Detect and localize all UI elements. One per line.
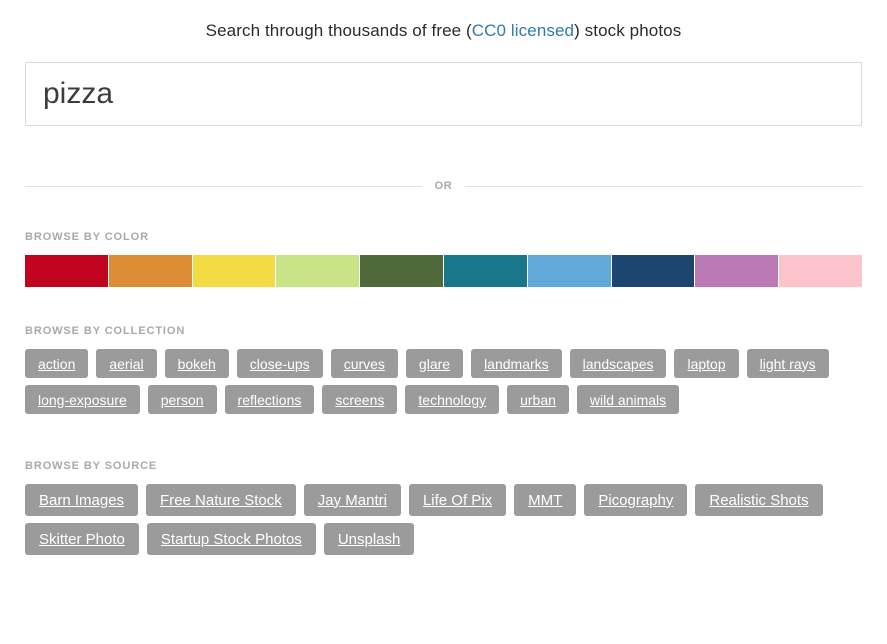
divider-line-right [465,185,863,187]
source-tag[interactable]: Startup Stock Photos [146,523,316,555]
color-swatch-orchid[interactable] [695,255,779,287]
collection-tag[interactable]: aerial [96,349,157,378]
collection-tag[interactable]: wild animals [576,385,680,414]
search-input[interactable] [25,62,862,126]
collection-tag[interactable]: long-exposure [25,385,140,414]
color-swatch-yellow[interactable] [192,255,276,287]
collection-tag[interactable]: curves [330,349,398,378]
collection-tag[interactable]: screens [322,385,398,414]
stock-photo-search-page: Search through thousands of free (CC0 li… [0,0,887,644]
color-swatch-crimson[interactable] [25,255,108,287]
source-tag[interactable]: MMT [514,484,577,516]
divider-line-left [25,185,422,187]
browse-by-collection-title: BROWSE BY COLLECTION [25,325,186,337]
color-swatch-orange[interactable] [108,255,192,287]
collection-tag[interactable]: urban [507,385,569,414]
collection-tag[interactable]: landscapes [569,349,667,378]
color-swatch-sky-blue[interactable] [527,255,611,287]
collection-tag[interactable]: landmarks [471,349,562,378]
collection-tag[interactable]: technology [405,385,500,414]
source-tag[interactable]: Life Of Pix [408,484,507,516]
source-tag[interactable]: Unsplash [323,523,415,555]
browse-by-color-title: BROWSE BY COLOR [25,231,149,243]
browse-by-collection-section: BROWSE BY COLLECTION action aerial bokeh cl… [25,325,862,414]
tagline-text-before: Search through thousands of free ( [205,21,472,40]
collection-tag[interactable]: reflections [224,385,315,414]
source-tag[interactable]: Picography [584,484,688,516]
divider-label: OR [434,180,453,192]
search-section [25,62,862,126]
browse-by-source-title: BROWSE BY SOURCE [25,460,158,472]
tagline-text-after: ) stock photos [574,21,682,40]
color-swatch-pink[interactable] [779,255,862,287]
browse-by-color-section: BROWSE BY COLOR [25,231,862,287]
collection-tag[interactable]: bokeh [164,349,229,378]
color-swatch-row [25,255,862,287]
source-tag-row: Barn Images Free Nature Stock Jay Mantri Li… [25,484,870,555]
source-tag[interactable]: Realistic Shots [695,484,823,516]
color-swatch-light-green[interactable] [276,255,360,287]
color-swatch-teal[interactable] [443,255,527,287]
collection-tag[interactable]: close-ups [236,349,323,378]
collection-tag-row: action aerial bokeh close-ups curves glare lan… [25,349,870,414]
source-tag[interactable]: Jay Mantri [303,484,401,516]
collection-tag[interactable]: light rays [746,349,829,378]
source-tag[interactable]: Barn Images [25,484,139,516]
content-container: OR BROWSE BY COLOR BROWSE BY COLLECTION … [25,62,863,555]
page-tagline: Search through thousands of free (CC0 li… [0,0,887,41]
browse-by-source-section: BROWSE BY SOURCE Barn Images Free Nature … [25,460,862,555]
collection-tag[interactable]: person [147,385,217,414]
collection-tag[interactable]: glare [405,349,464,378]
source-tag[interactable]: Free Nature Stock [146,484,296,516]
collection-tag[interactable]: action [25,349,89,378]
color-swatch-navy[interactable] [611,255,695,287]
color-swatch-olive-green[interactable] [360,255,443,287]
cc0-license-link[interactable]: CC0 licensed [472,21,574,40]
collection-tag[interactable]: laptop [674,349,739,378]
or-divider: OR [25,180,863,192]
source-tag[interactable]: Skitter Photo [25,523,139,555]
